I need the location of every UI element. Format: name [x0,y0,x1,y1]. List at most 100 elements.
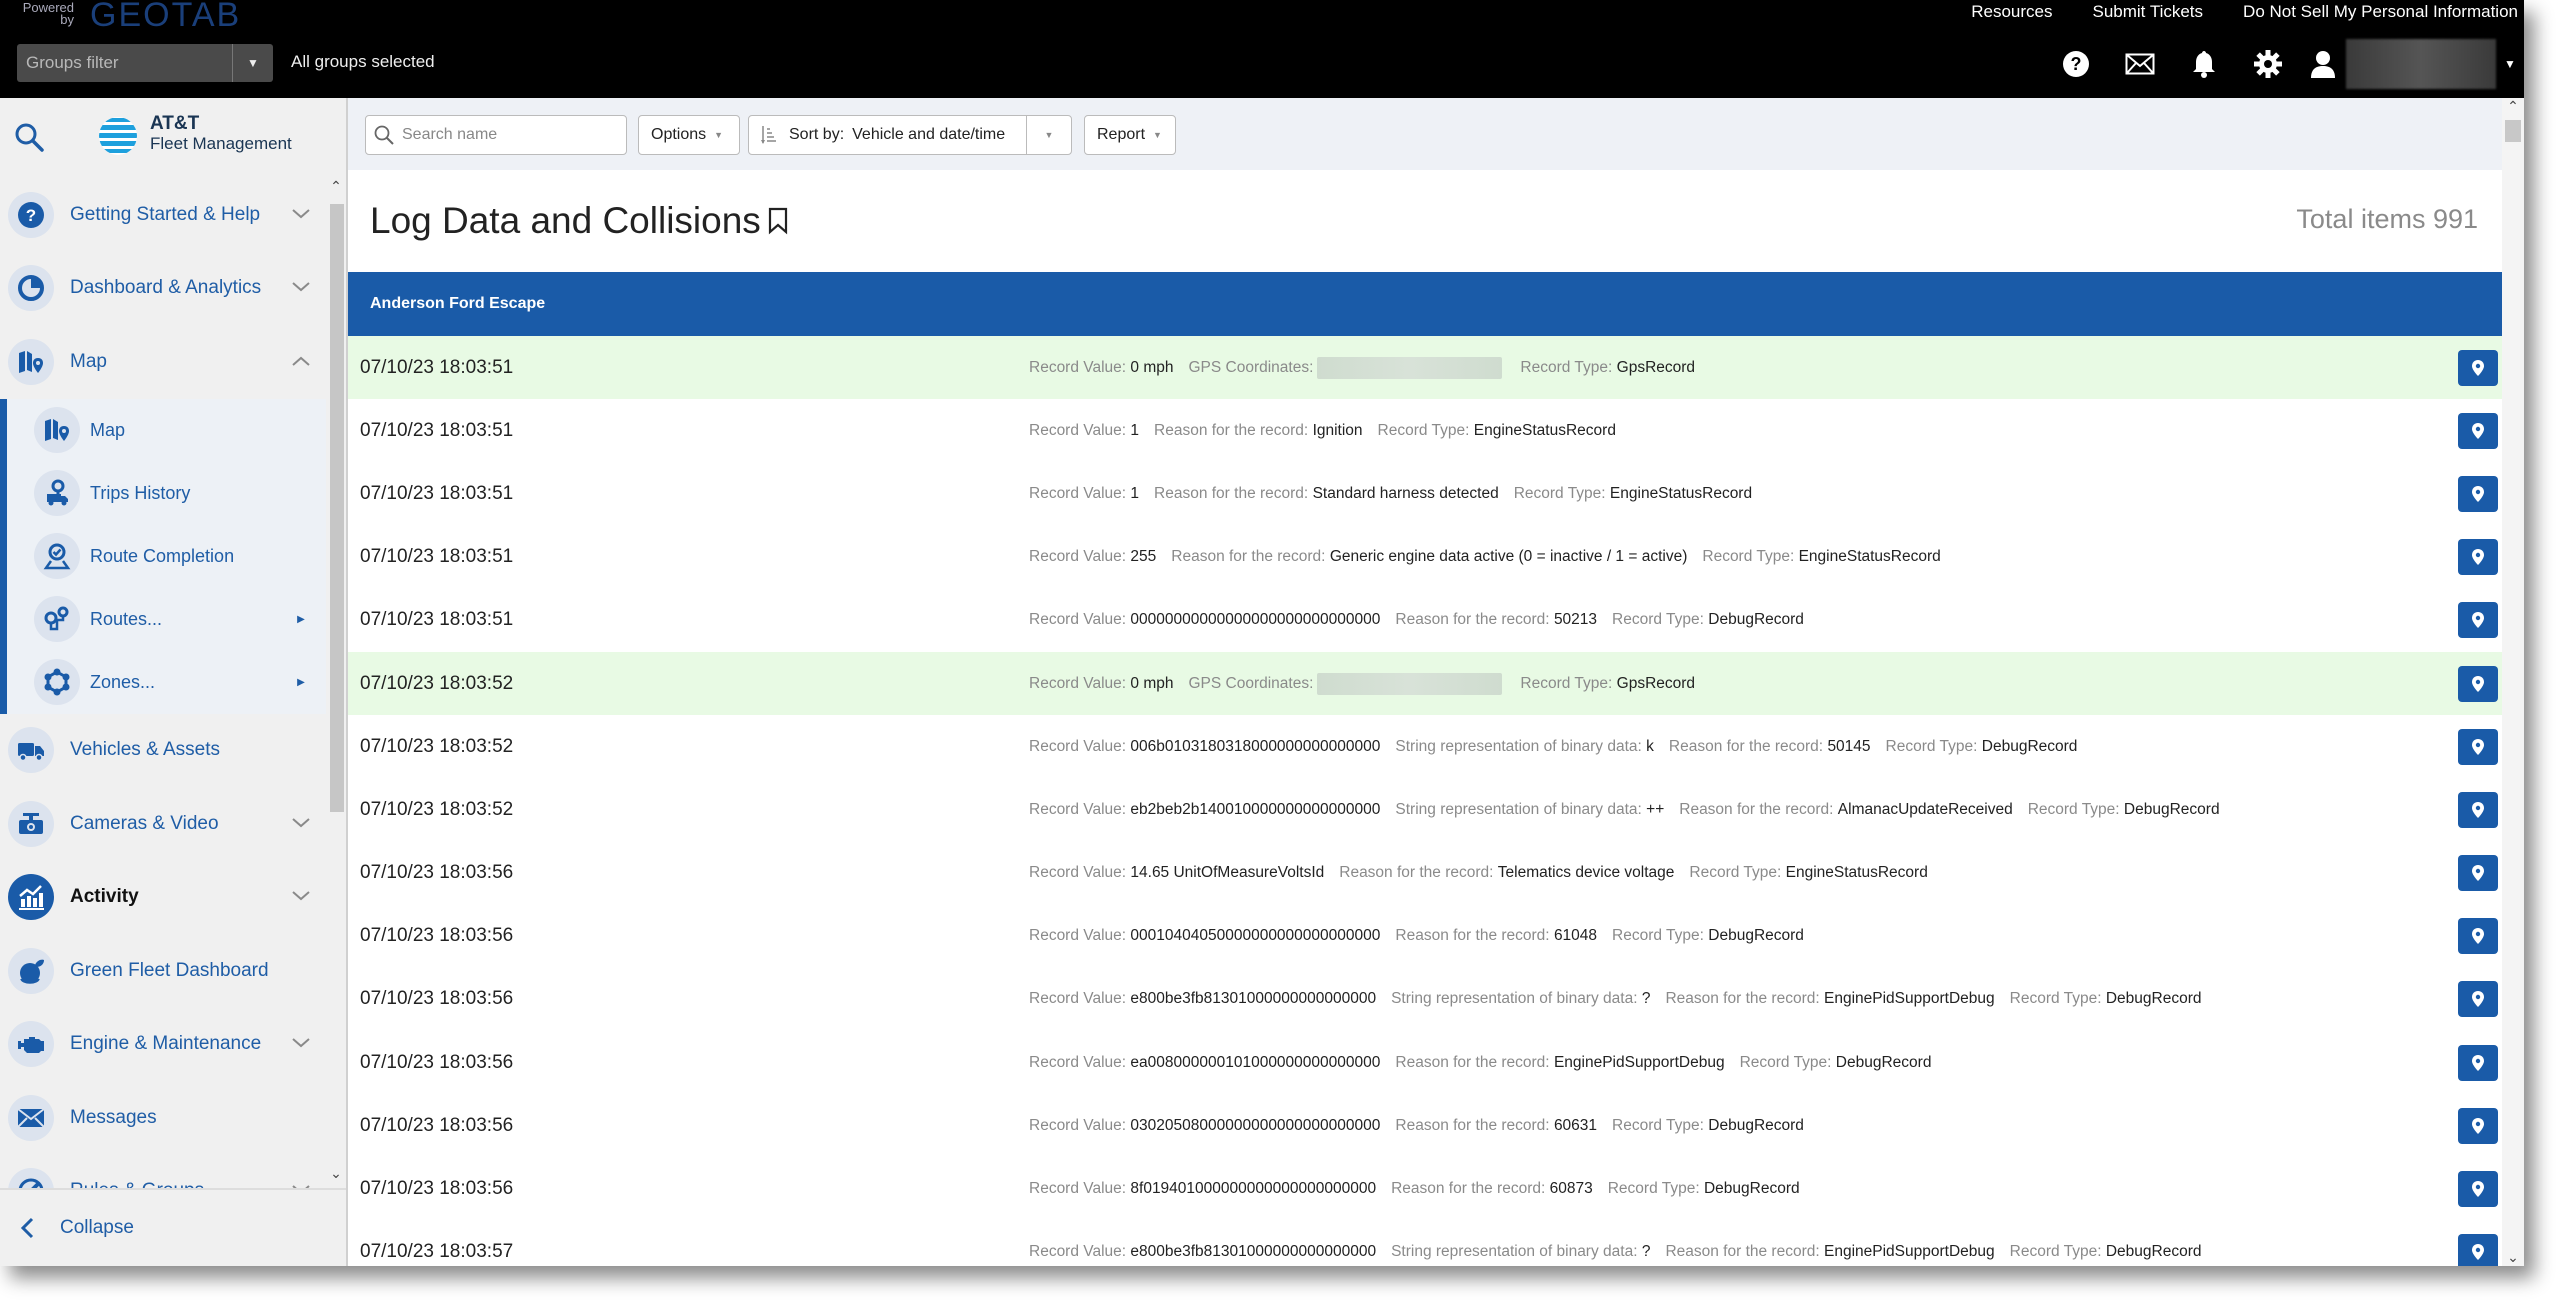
user-menu-button[interactable] [2300,44,2346,84]
scroll-up-icon[interactable]: ⌃ [2505,98,2521,115]
reason-value: Ignition [1312,421,1363,439]
main-scrollbar-thumb[interactable] [2505,120,2521,142]
messages-button[interactable] [2108,44,2172,84]
help-icon: ? [2063,51,2089,77]
show-on-map-button[interactable] [2458,855,2498,892]
report-button[interactable]: Report ▼ [1084,115,1176,155]
log-record-row[interactable]: 07/10/23 18:03:52 Record Value: 0 mph GPS … [348,651,2502,716]
reason-value: 61048 [1553,927,1598,945]
record-value-label: Record Value: [1029,674,1127,692]
scroll-up-icon[interactable]: ⌃ [328,178,344,195]
sort-dropdown-button[interactable]: ▼ [1027,130,1071,140]
show-on-map-button[interactable] [2458,539,2498,576]
sidebar-item-cameras-video[interactable]: Cameras & Video [0,787,326,861]
collapse-label: Collapse [60,1217,134,1238]
map-pin-icon [2472,612,2484,629]
log-record-row[interactable]: 07/10/23 18:03:57 Record Value: e800be3fb… [348,1220,2502,1266]
record-value: 8f019401000000000000000000000 [1130,1180,1377,1198]
sidebar-item-activity[interactable]: Activity [0,861,326,935]
show-on-map-button[interactable] [2458,1234,2498,1266]
log-record-row[interactable]: 07/10/23 18:03:56 Record Value: 000104040… [348,904,2502,968]
binary-data-label: String representation of binary data: [1395,800,1642,818]
scroll-down-icon[interactable]: ⌄ [2505,1249,2521,1266]
log-record-row[interactable]: 07/10/23 18:03:51 Record Value: 255 Reason… [348,525,2502,589]
user-name-redacted[interactable] [2346,39,2496,89]
log-record-row[interactable]: 07/10/23 18:03:51 Record Value: 0 mph GPS … [348,336,2502,400]
map-pin-icon [2472,359,2484,376]
sidebar-subitem-trips-history[interactable]: Trips History [0,462,326,525]
sidebar-collapse-button[interactable]: Collapse [0,1188,346,1266]
resources-link[interactable]: Resources [1971,2,2052,22]
log-record-row[interactable]: 07/10/23 18:03:56 Record Value: e800be3fb… [348,967,2502,1032]
show-on-map-button[interactable] [2458,791,2498,828]
do-not-sell-link[interactable]: Do Not Sell My Personal Information [2243,2,2518,22]
notifications-button[interactable] [2172,44,2236,84]
main-scrollbar[interactable]: ⌃ ⌄ [2502,98,2524,1266]
bookmark-icon[interactable] [767,207,789,235]
show-on-map-button[interactable] [2458,475,2498,512]
caret-down-icon: ▼ [714,130,724,140]
log-record-row[interactable]: 07/10/23 18:03:52 Record Value: eb2beb2b1… [348,778,2502,842]
vehicle-group-header[interactable]: Anderson Ford Escape [348,272,2502,336]
sidebar-item-dashboard-analytics[interactable]: Dashboard & Analytics [0,252,326,326]
search-field[interactable] [365,115,627,155]
sidebar-item-engine-maintenance[interactable]: Engine & Maintenance [0,1008,326,1082]
log-record-row[interactable]: 07/10/23 18:03:56 Record Value: 030205080… [348,1094,2502,1158]
show-on-map-button[interactable] [2458,412,2498,449]
submit-tickets-link[interactable]: Submit Tickets [2093,2,2204,22]
record-details: Record Value: 0 mph GPS Coordinates: Recor… [1029,672,1710,695]
record-details: Record Value: 0 mph GPS Coordinates: Recor… [1029,356,1710,379]
sidebar-item-vehicles-assets[interactable]: Vehicles & Assets [0,714,326,788]
settings-button[interactable] [2236,44,2300,84]
groups-filter-input[interactable]: Groups filter [17,44,233,82]
sidebar-item-messages[interactable]: Messages [0,1081,326,1155]
help-icon: ? [18,201,44,228]
sidebar-item-green-fleet[interactable]: Green Fleet Dashboard [0,934,326,1008]
record-details: Record Value: eb2beb2b140010000000000000… [1029,801,2235,819]
sidebar-item-rules-groups[interactable]: Rules & Groups [0,1155,326,1188]
log-record-row[interactable]: 07/10/23 18:03:52 Record Value: 006b01031… [348,715,2502,779]
show-on-map-button[interactable] [2458,1107,2498,1144]
show-on-map-button[interactable] [2458,981,2498,1018]
sidebar-item-map[interactable]: Map [0,325,326,399]
show-on-map-button[interactable] [2458,665,2498,702]
svg-text:?: ? [2071,54,2082,74]
reason-label: Reason for the record: [1154,421,1309,439]
log-record-row[interactable]: 07/10/23 18:03:51 Record Value: 000000000… [348,588,2502,652]
sidebar-scrollbar-thumb[interactable] [330,204,344,812]
groups-filter-dropdown-button[interactable]: ▼ [233,44,273,82]
scroll-down-icon[interactable]: ⌄ [328,1165,344,1182]
sidebar-subitem-route-completion[interactable]: Route Completion [0,525,326,588]
sidebar-search-button[interactable] [14,122,44,157]
record-type-label: Record Type: [2027,800,2120,818]
log-record-row[interactable]: 07/10/23 18:03:51 Record Value: 1 Reason f… [348,462,2502,526]
reason-value: 60631 [1553,1116,1598,1134]
show-on-map-button[interactable] [2458,349,2498,386]
search-input[interactable] [402,126,602,144]
log-record-row[interactable]: 07/10/23 18:03:56 Record Value: 14.65 Uni… [348,841,2502,905]
sidebar-scrollbar[interactable]: ⌃ ⌄ [326,178,346,1188]
sort-button[interactable]: Sort by: Vehicle and date/time [749,116,1027,154]
log-record-row[interactable]: 07/10/23 18:03:56 Record Value: 8f0194010… [348,1157,2502,1221]
options-button[interactable]: Options ▼ [638,115,740,155]
gear-icon [2254,50,2282,78]
camera-icon [19,812,43,834]
log-record-row[interactable]: 07/10/23 18:03:51 Record Value: 1 Reason f… [348,399,2502,463]
record-timestamp: 07/10/23 18:03:51 [360,419,514,441]
groups-filter[interactable]: Groups filter ▼ [17,44,273,82]
sidebar-subitem-map[interactable]: Map [0,399,326,462]
show-on-map-button[interactable] [2458,728,2498,765]
show-on-map-button[interactable] [2458,918,2498,955]
log-record-row[interactable]: 07/10/23 18:03:56 Record Value: ea0080000… [348,1031,2502,1095]
show-on-map-button[interactable] [2458,602,2498,639]
sidebar-subitem-label: Zones... [90,671,156,692]
sidebar-subitem-zones[interactable]: Zones... ▶ [0,651,326,714]
user-menu-caret[interactable]: ▼ [2496,57,2524,71]
sidebar-subitem-routes[interactable]: Routes... ▶ [0,588,326,651]
sidebar-item-getting-started[interactable]: ? Getting Started & Help [0,178,326,252]
show-on-map-button[interactable] [2458,1044,2498,1081]
sort-control[interactable]: Sort by: Vehicle and date/time ▼ [748,115,1072,155]
show-on-map-button[interactable] [2458,1171,2498,1208]
help-button[interactable]: ? [2044,44,2108,84]
record-value: 006b0103180318000000000000000 [1130,737,1381,755]
